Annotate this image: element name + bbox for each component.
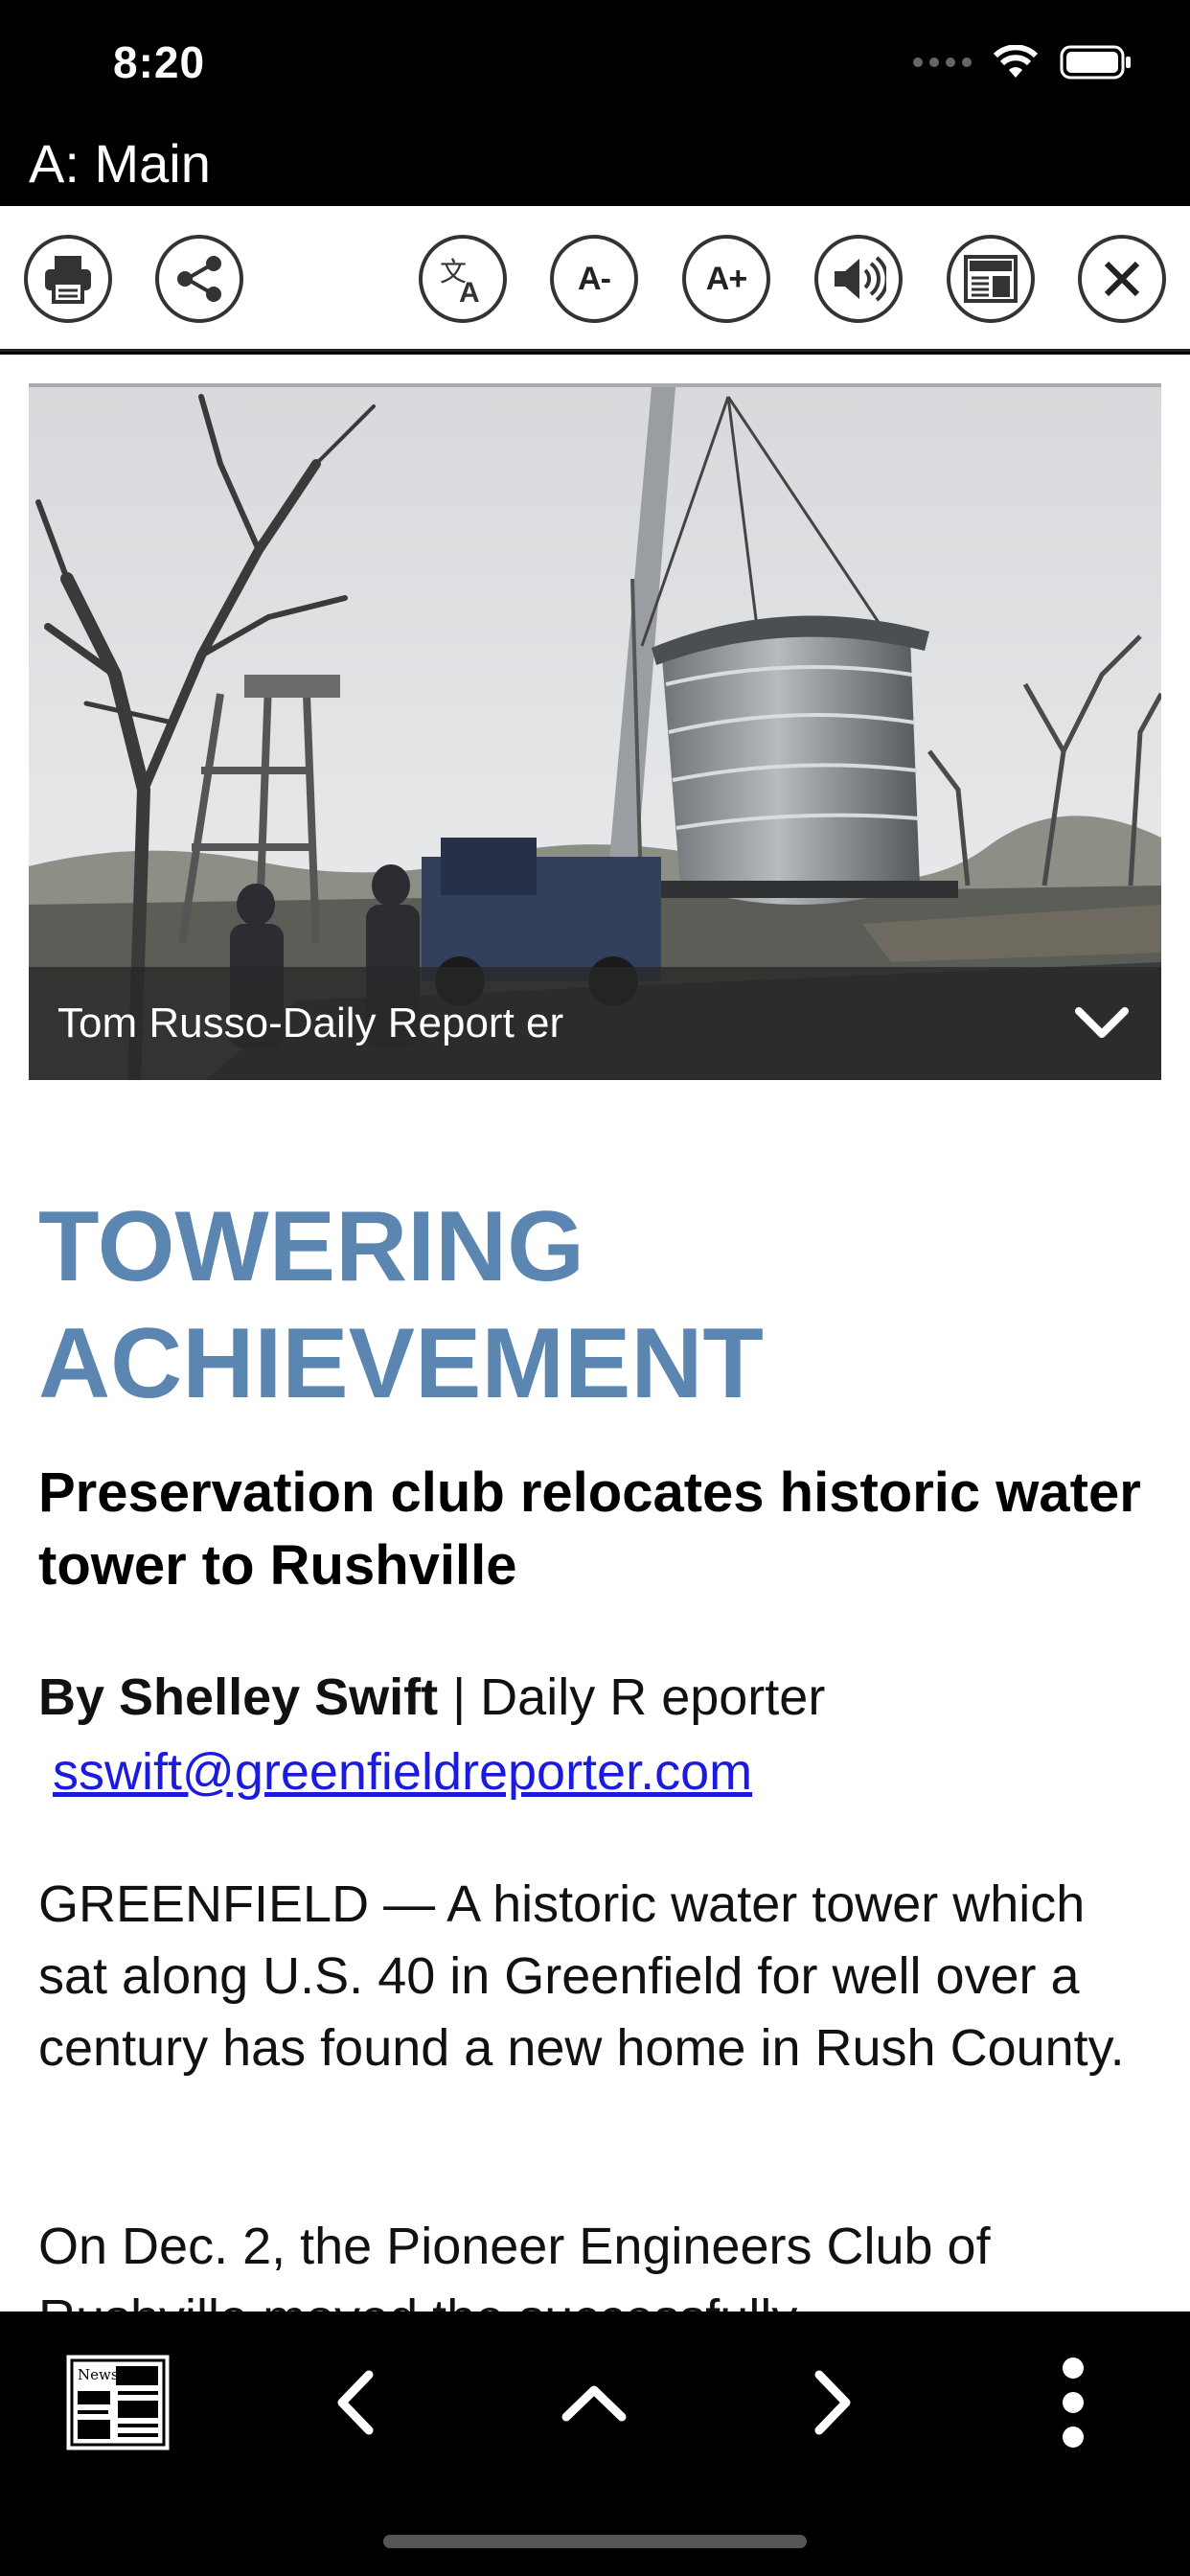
status-bar: 8:20	[0, 0, 1190, 125]
article-toolbar: 文 A A- A+	[0, 206, 1190, 352]
more-vertical-icon	[1063, 2358, 1084, 2448]
close-icon	[1104, 261, 1140, 297]
author-email-link[interactable]: sswift@greenfieldreporter.com	[53, 1742, 752, 1802]
close-button[interactable]	[1078, 235, 1166, 323]
audio-button[interactable]	[814, 235, 903, 323]
article-headline: TOWERING ACHIEVEMENT	[38, 1188, 1150, 1422]
translate-icon: 文 A	[440, 256, 480, 306]
article-photo[interactable]: Tom Russo-Daily Report er	[29, 383, 1161, 1080]
status-time: 8:20	[113, 37, 206, 87]
printer-icon	[45, 256, 91, 304]
article-paragraph: GREENFIELD — A historic water tower whic…	[38, 1875, 1125, 2077]
article-paragraph: On Dec. 2, the Pioneer Engineers Club of…	[38, 2218, 991, 2312]
speaker-icon	[835, 256, 886, 302]
chevron-up-icon	[561, 2385, 627, 2422]
chevron-right-icon	[814, 2370, 851, 2435]
font-increase-button[interactable]: A+	[682, 235, 770, 323]
status-icons	[913, 44, 1133, 80]
newspaper-icon: News	[63, 2352, 172, 2453]
newspaper-icon	[964, 255, 1018, 303]
more-options-button[interactable]	[1035, 2340, 1111, 2465]
wifi-icon	[993, 45, 1039, 78]
svg-text:News: News	[78, 2366, 119, 2383]
photo-caption: Tom Russo-Daily Report er	[57, 1000, 564, 1046]
svg-text:A: A	[459, 277, 480, 306]
headline-line-2: ACHIEVEMENT	[38, 1308, 764, 1419]
photo-caption-bar[interactable]: Tom Russo-Daily Report er	[29, 967, 1161, 1080]
scroll-top-button[interactable]	[556, 2340, 632, 2465]
byline: By Shelley Swift | Daily R eporter	[38, 1668, 825, 1727]
font-decrease-label: A-	[578, 260, 611, 297]
byline-author: By Shelley Swift	[38, 1668, 439, 1726]
previous-article-button[interactable]	[316, 2340, 393, 2465]
newspaper-nav-button[interactable]: News	[57, 2340, 177, 2465]
chevron-left-icon	[337, 2370, 374, 2435]
section-header: A: Main	[0, 125, 1190, 206]
battery-icon	[1060, 45, 1131, 80]
translate-button[interactable]: 文 A	[419, 235, 507, 323]
article-content[interactable]: Tom Russo-Daily Report er TOWERING ACHIE…	[0, 355, 1190, 2312]
section-title[interactable]: A: Main	[29, 132, 211, 195]
next-article-button[interactable]	[795, 2340, 872, 2465]
chevron-down-icon[interactable]	[1071, 996, 1133, 1049]
home-indicator[interactable]	[383, 2535, 807, 2548]
share-icon	[177, 256, 221, 302]
font-increase-label: A+	[705, 260, 747, 297]
headline-line-1: TOWERING	[38, 1191, 585, 1302]
article-subhead: Preservation club relocates historic wat…	[38, 1461, 1141, 1597]
byline-publication: | Daily R eporter	[438, 1668, 826, 1726]
cellular-signal-icon	[913, 58, 972, 67]
share-button[interactable]	[155, 235, 243, 323]
print-button[interactable]	[24, 235, 112, 323]
news-view-button[interactable]	[947, 235, 1035, 323]
font-decrease-button[interactable]: A-	[550, 235, 638, 323]
